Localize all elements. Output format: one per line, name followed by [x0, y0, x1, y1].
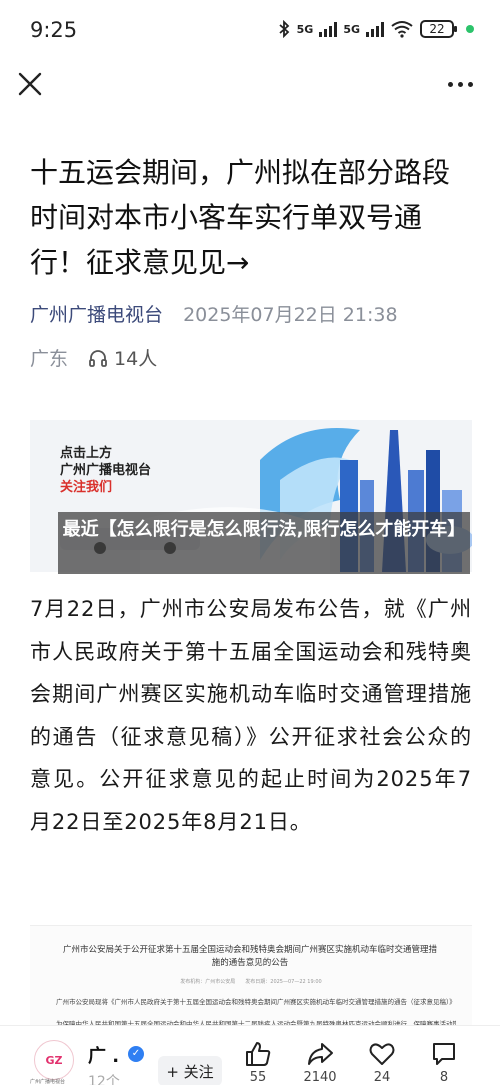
account-avatar[interactable]: GZ [34, 1040, 74, 1080]
headphones-icon [89, 349, 107, 367]
status-icons: 5G 5G 22 [277, 20, 474, 38]
status-bar: 9:25 5G 5G 22 [0, 0, 500, 62]
document-image[interactable]: 广州市公安局关于公开征求第十五届全国运动会和残特奥会期间广州赛区实施机动车临时交… [30, 925, 472, 1035]
share-button[interactable]: 2140 [298, 1040, 342, 1085]
battery-icon: 22 [420, 20, 457, 38]
article-meta-2: 广东 14人 [30, 344, 157, 371]
account-name[interactable]: 广 . [88, 1042, 119, 1068]
doc-title: 广州市公安局关于公开征求第十五届全国运动会和残特奥会期间广州赛区实施机动车临时交… [62, 945, 437, 968]
heart-icon [369, 1043, 395, 1065]
network-label-2: 5G [343, 22, 360, 36]
comment-button[interactable]: 8 [422, 1040, 466, 1085]
like-count: 55 [249, 1070, 267, 1085]
doc-paragraph-1: 广州市公安局现将《广州市人民政府关于第十五届全国运动会和残特奥会期间广州赛区实施… [56, 998, 456, 1006]
article-meta: 广州广播电视台 2025年07月22日 21:38 [30, 300, 398, 327]
article-source[interactable]: 广州广播电视台 [30, 304, 163, 326]
status-time: 9:25 [30, 18, 78, 42]
privacy-indicator-dot [466, 25, 474, 33]
overlay-caption: 最近【怎么限行是怎么限行法,限行怎么才能开车】 [58, 512, 470, 574]
article-location: 广东 [30, 348, 69, 370]
banner-line-3: 关注我们 [60, 480, 113, 495]
banner-line-2: 广州广播电视台 [60, 463, 152, 478]
thumbs-up-icon [246, 1042, 271, 1066]
article-title: 十五运会期间，广州拟在部分路段时间对本市小客车实行单双号通行！征求意见见→ [30, 156, 451, 279]
verified-icon: ✓ [128, 1046, 144, 1062]
network-label-1: 5G [296, 22, 314, 36]
avatar-caption: 广州广播电视台 [30, 1079, 66, 1085]
article-datetime: 2025年07月22日 21:38 [183, 304, 398, 326]
comment-icon [433, 1043, 455, 1065]
share-icon [308, 1043, 333, 1065]
listen-button[interactable]: 14人 [88, 344, 157, 371]
banner-line-1: 点击上方 [60, 446, 113, 461]
close-icon[interactable] [14, 68, 46, 100]
article-body: 7月22日，广州市公安局发布公告，就《广州市人民政府关于第十五届全国运动会和残特… [30, 597, 472, 834]
account-subtitle: 12个 [88, 1074, 120, 1085]
top-nav [0, 62, 500, 112]
wifi-icon [391, 21, 413, 38]
follow-button[interactable]: + 关注 [158, 1056, 222, 1085]
favorite-button[interactable]: 24 [360, 1040, 404, 1085]
doc-subtitle: 发布机构：广州市公安局 发布日期：2025—07—22 19:00 [180, 979, 322, 985]
favorite-count: 24 [373, 1070, 391, 1085]
like-button[interactable]: 55 [236, 1040, 280, 1085]
bluetooth-icon [279, 20, 289, 38]
listener-count: 14人 [114, 348, 158, 370]
bottom-action-bar: GZ 广州广播电视台 广 . ✓ 12个 + 关注 55 2140 24 8 [0, 1025, 500, 1085]
more-icon[interactable] [448, 74, 478, 94]
comment-count: 8 [439, 1070, 449, 1085]
banner-text: 点击上方 广州广播电视台 关注我们 [60, 445, 151, 496]
signal-icon-2 [366, 21, 384, 37]
signal-icon-1 [319, 21, 338, 37]
share-count: 2140 [303, 1070, 337, 1085]
